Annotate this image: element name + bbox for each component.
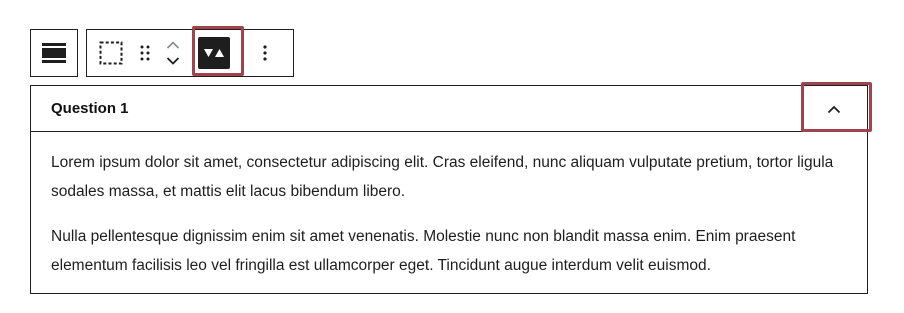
accordion-toggle-icon (203, 49, 224, 57)
content-paragraph[interactable]: Nulla pellentesque dignissim enim sit am… (51, 222, 847, 280)
block-toolbar (30, 29, 294, 77)
more-vertical-icon (263, 45, 267, 61)
accordion-block: Question 1 Lorem ipsum dolor sit amet, c… (30, 85, 868, 294)
select-block-button[interactable] (87, 30, 135, 76)
select-parent-button[interactable] (31, 30, 77, 76)
accordion-header[interactable]: Question 1 (31, 86, 867, 132)
more-options-button[interactable] (238, 30, 293, 76)
editor-canvas: Question 1 Lorem ipsum dolor sit amet, c… (0, 0, 904, 313)
parent-block-group (30, 29, 78, 77)
block-tools-group (86, 29, 294, 77)
toggle-icon-box (197, 37, 230, 69)
accordion-content: Lorem ipsum dolor sit amet, consectetur … (31, 132, 867, 280)
block-parent-icon (42, 43, 66, 63)
drag-handle-icon (140, 45, 150, 61)
block-mover (156, 30, 190, 76)
dashed-square-icon (99, 41, 123, 65)
content-paragraph[interactable]: Lorem ipsum dolor sit amet, consectetur … (51, 148, 847, 206)
accordion-toggle[interactable] (823, 98, 845, 120)
drag-handle[interactable] (135, 30, 157, 76)
accordion-title[interactable]: Question 1 (51, 100, 129, 117)
chevron-up-icon[interactable] (166, 40, 180, 50)
accordion-toggle-button[interactable] (190, 30, 238, 76)
chevron-up-icon (827, 105, 841, 113)
chevron-down-icon[interactable] (166, 56, 180, 66)
